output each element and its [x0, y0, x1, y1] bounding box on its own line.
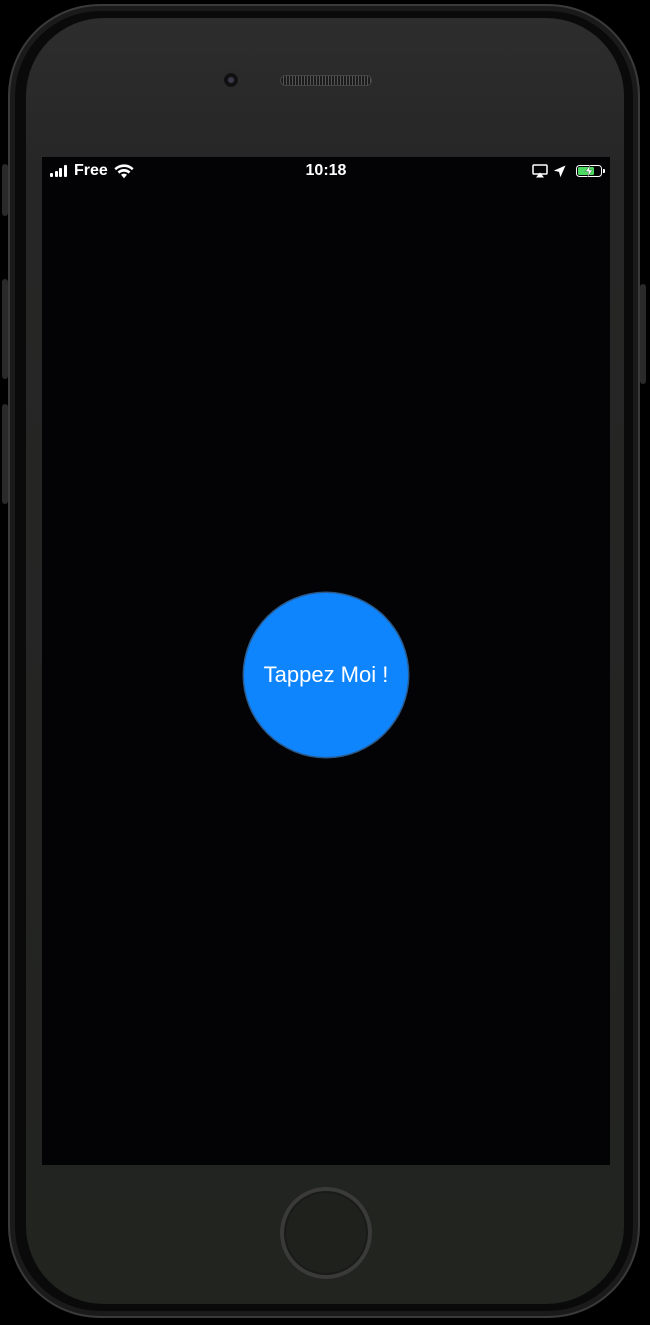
volume-down-button — [2, 404, 8, 504]
charging-bolt-icon — [585, 165, 593, 177]
location-arrow-icon — [553, 165, 566, 178]
earpiece-speaker-icon — [280, 75, 372, 86]
app-screen: Free 10:18 Tappez Moi ! — [42, 157, 610, 1165]
volume-up-button — [2, 279, 8, 379]
status-bar: Free 10:18 — [42, 157, 610, 185]
battery-charging-icon — [576, 165, 605, 177]
battery-nub — [603, 169, 605, 173]
home-button-icon[interactable] — [280, 1187, 372, 1279]
front-camera-icon — [221, 70, 241, 90]
status-right — [532, 163, 605, 179]
screen-mirroring-icon — [532, 164, 548, 178]
mute-switch — [2, 164, 8, 216]
tap-me-button[interactable]: Tappez Moi ! — [244, 593, 408, 757]
power-button — [640, 284, 646, 384]
status-time: 10:18 — [305, 162, 347, 179]
